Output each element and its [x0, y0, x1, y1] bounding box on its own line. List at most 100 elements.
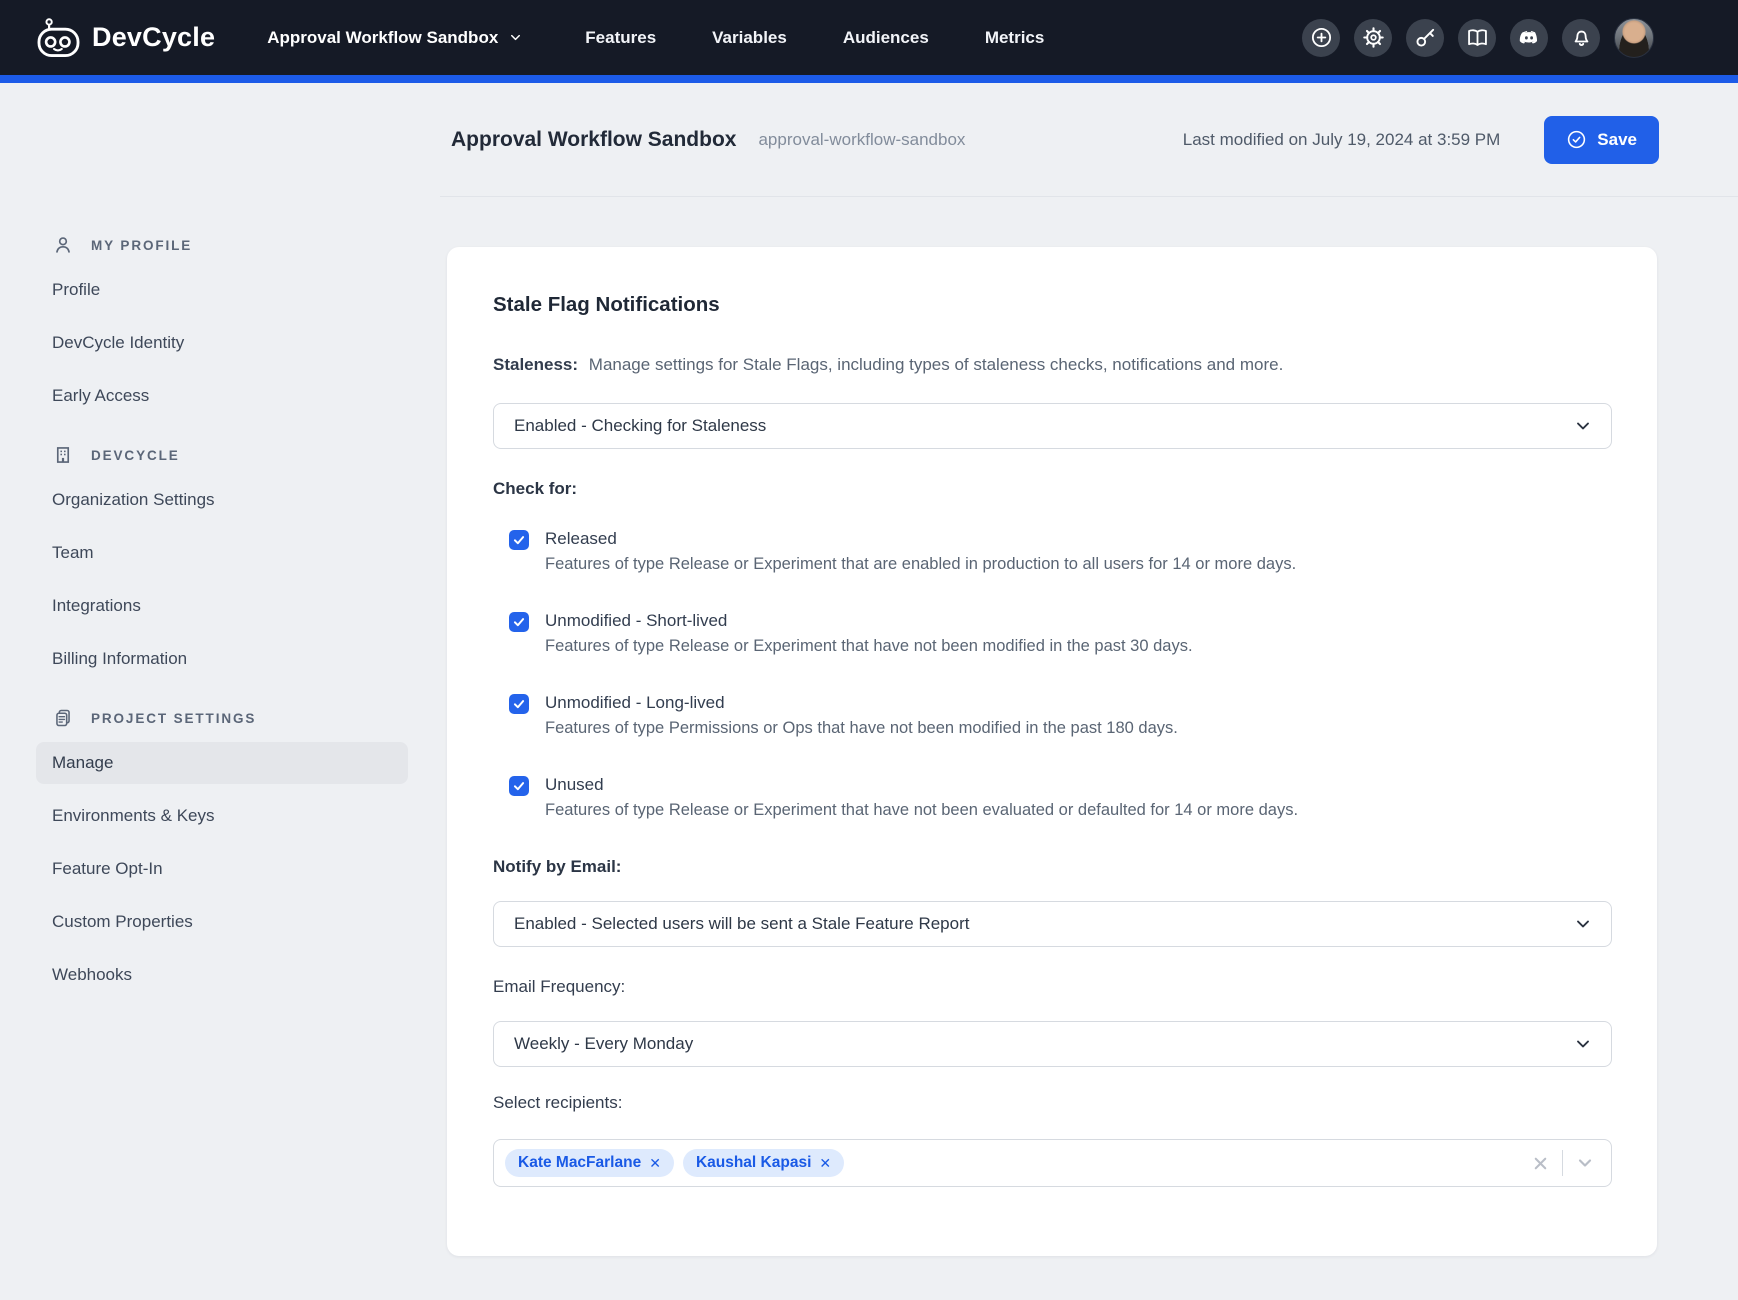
nav-link-metrics[interactable]: Metrics [985, 28, 1045, 48]
sidebar-item-webhooks[interactable]: Webhooks [36, 954, 408, 996]
staleness-description: Staleness: Manage settings for Stale Fla… [493, 353, 1612, 377]
api-keys-button[interactable] [1406, 19, 1444, 57]
card-title: Stale Flag Notifications [493, 293, 1612, 317]
page-title: Approval Workflow Sandbox [451, 128, 736, 152]
sidebar-item-environments-keys[interactable]: Environments & Keys [36, 795, 408, 837]
navbar-actions [1302, 18, 1738, 58]
discord-button[interactable] [1510, 19, 1548, 57]
email-frequency-select[interactable]: Weekly - Every Monday [493, 1021, 1612, 1067]
sidebar-item-integrations[interactable]: Integrations [36, 585, 408, 627]
sidebar-section-my-profile: MY PROFILE Profile DevCycle Identity Ear… [36, 233, 408, 417]
discord-icon [1517, 26, 1541, 50]
check-option-unmodified-long-lived: Unmodified - Long-lived Features of type… [493, 691, 1612, 741]
primary-nav: Features Variables Audiences Metrics [585, 28, 1044, 48]
chevron-down-icon [1573, 416, 1593, 436]
sidebar-item-custom-properties[interactable]: Custom Properties [36, 901, 408, 943]
check-for-label: Check for: [493, 477, 1612, 501]
top-navbar: DevCycle Approval Workflow Sandbox Featu… [0, 0, 1738, 75]
person-icon [52, 234, 74, 256]
chevron-down-icon [1573, 914, 1593, 934]
notify-by-email-select[interactable]: Enabled - Selected users will be sent a … [493, 901, 1612, 947]
recipient-tags: Kate MacFarlane ✕ Kaushal Kapasi ✕ [505, 1149, 1531, 1177]
notifications-button[interactable] [1562, 19, 1600, 57]
sidebar-item-feature-opt-in[interactable]: Feature Opt-In [36, 848, 408, 890]
check-option-unused: Unused Features of type Release or Exper… [493, 773, 1612, 823]
sidebar-heading-label: PROJECT SETTINGS [91, 711, 256, 726]
nav-link-features[interactable]: Features [585, 28, 656, 48]
page-header: Approval Workflow Sandbox approval-workf… [440, 83, 1738, 197]
staleness-select-value: Enabled - Checking for Staleness [514, 416, 766, 436]
sidebar-item-profile[interactable]: Profile [36, 269, 408, 311]
chevron-down-icon [508, 30, 523, 45]
accent-bar [0, 75, 1738, 83]
chevron-down-icon[interactable] [1575, 1153, 1595, 1173]
checkbox-unused[interactable] [509, 776, 529, 796]
sidebar-item-early-access[interactable]: Early Access [36, 375, 408, 417]
sidebar-item-manage[interactable]: Manage [36, 742, 408, 784]
sidebar-section-devcycle: DEVCYCLE Organization Settings Team Inte… [36, 443, 408, 680]
remove-recipient-icon[interactable]: ✕ [649, 1155, 661, 1172]
last-modified-text: Last modified on July 19, 2024 at 3:59 P… [1183, 130, 1501, 150]
recipients-multiselect[interactable]: Kate MacFarlane ✕ Kaushal Kapasi ✕ [493, 1139, 1612, 1187]
sidebar-item-organization-settings[interactable]: Organization Settings [36, 479, 408, 521]
nav-link-audiences[interactable]: Audiences [843, 28, 929, 48]
devcycle-logo[interactable]: DevCycle [37, 18, 215, 58]
clear-all-icon[interactable] [1531, 1154, 1550, 1173]
check-desc: Features of type Release or Experiment t… [545, 797, 1298, 823]
sidebar-item-billing-information[interactable]: Billing Information [36, 638, 408, 680]
check-label: Unmodified - Long-lived [545, 691, 1178, 715]
bell-icon [1570, 26, 1593, 49]
staleness-label: Staleness: [493, 355, 578, 374]
sidebar-section-project-settings: PROJECT SETTINGS Manage Environments & K… [36, 706, 408, 996]
project-switcher[interactable]: Approval Workflow Sandbox [267, 28, 523, 48]
multiselect-controls [1531, 1150, 1595, 1176]
user-avatar[interactable] [1614, 18, 1654, 58]
check-desc: Features of type Permissions or Ops that… [545, 715, 1178, 741]
sidebar-heading-label: DEVCYCLE [91, 448, 180, 463]
plus-circle-icon [1310, 26, 1333, 49]
remove-recipient-icon[interactable]: ✕ [819, 1155, 831, 1172]
settings-sidebar: MY PROFILE Profile DevCycle Identity Ear… [36, 233, 408, 1022]
checkbox-unmodified-short-lived[interactable] [509, 612, 529, 632]
create-button[interactable] [1302, 19, 1340, 57]
sidebar-item-team[interactable]: Team [36, 532, 408, 574]
notify-select-value: Enabled - Selected users will be sent a … [514, 914, 969, 934]
sidebar-heading-project-settings: PROJECT SETTINGS [36, 706, 408, 730]
recipient-tag: Kaushal Kapasi ✕ [683, 1149, 844, 1177]
check-desc: Features of type Release or Experiment t… [545, 551, 1296, 577]
book-icon [1466, 26, 1489, 49]
email-frequency-label: Email Frequency: [493, 975, 1612, 999]
check-label: Unused [545, 773, 1298, 797]
gear-icon [1362, 26, 1385, 49]
key-icon [1414, 26, 1437, 49]
settings-button[interactable] [1354, 19, 1392, 57]
chevron-down-icon [1573, 1034, 1593, 1054]
divider [1562, 1150, 1563, 1176]
save-button-label: Save [1597, 130, 1637, 150]
project-switcher-label: Approval Workflow Sandbox [267, 28, 498, 48]
staleness-select[interactable]: Enabled - Checking for Staleness [493, 403, 1612, 449]
check-option-released: Released Features of type Release or Exp… [493, 527, 1612, 577]
check-label: Released [545, 527, 1296, 551]
page-slug: approval-workflow-sandbox [758, 130, 965, 150]
recipient-name: Kaushal Kapasi [696, 1154, 811, 1172]
checkbox-released[interactable] [509, 530, 529, 550]
building-icon [52, 444, 74, 466]
devcycle-robot-icon [37, 18, 81, 58]
frequency-select-value: Weekly - Every Monday [514, 1034, 693, 1054]
check-label: Unmodified - Short-lived [545, 609, 1193, 633]
brand-name: DevCycle [92, 22, 215, 53]
check-option-unmodified-short-lived: Unmodified - Short-lived Features of typ… [493, 609, 1612, 659]
docs-button[interactable] [1458, 19, 1496, 57]
save-button[interactable]: Save [1544, 116, 1659, 164]
check-desc: Features of type Release or Experiment t… [545, 633, 1193, 659]
nav-link-variables[interactable]: Variables [712, 28, 787, 48]
recipient-name: Kate MacFarlane [518, 1154, 641, 1172]
sidebar-item-devcycle-identity[interactable]: DevCycle Identity [36, 322, 408, 364]
recipient-tag: Kate MacFarlane ✕ [505, 1149, 674, 1177]
checkbox-unmodified-long-lived[interactable] [509, 694, 529, 714]
check-circle-icon [1566, 129, 1587, 150]
staleness-desc-text: Manage settings for Stale Flags, includi… [589, 355, 1284, 374]
main-area: Approval Workflow Sandbox approval-workf… [0, 83, 1738, 1300]
sidebar-heading-label: MY PROFILE [91, 238, 192, 253]
